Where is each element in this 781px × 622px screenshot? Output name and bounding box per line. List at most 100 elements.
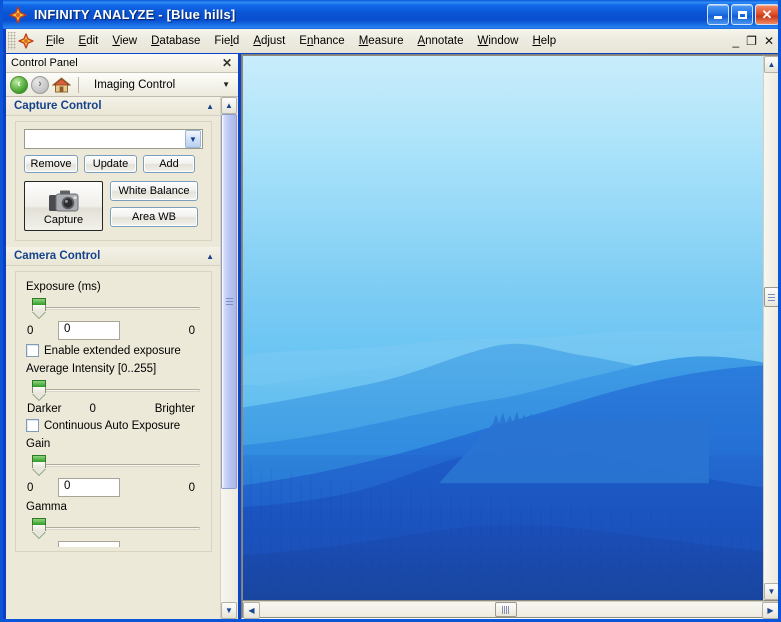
minimize-button[interactable] xyxy=(707,4,729,25)
gamma-value-row xyxy=(24,541,203,547)
average-intensity-slider-thumb[interactable] xyxy=(32,380,46,400)
control-panel-scroll-trough[interactable] xyxy=(221,114,237,602)
collapse-up-icon[interactable]: ▲ xyxy=(206,102,214,111)
menu-annotate[interactable]: Annotate xyxy=(410,32,470,50)
menu-enhance[interactable]: Enhance xyxy=(292,32,351,50)
mdi-window-controls: _ ❐ ✕ xyxy=(732,35,774,47)
menu-view-label: iew xyxy=(119,35,138,47)
remove-button[interactable]: Remove xyxy=(24,155,78,173)
menu-measure[interactable]: Measure xyxy=(352,32,411,50)
maximize-button[interactable] xyxy=(731,4,753,25)
menu-window[interactable]: Window xyxy=(471,32,526,50)
capture-control-title: Capture Control xyxy=(14,100,102,112)
average-intensity-slider[interactable] xyxy=(26,379,203,401)
menu-adjust[interactable]: Adjust xyxy=(246,32,292,50)
menu-field-label: d xyxy=(232,35,240,47)
exposure-slider[interactable] xyxy=(26,297,203,319)
image-hscroll-thumb[interactable] xyxy=(495,602,517,617)
scroll-grip-icon xyxy=(768,293,775,301)
forward-icon[interactable]: › xyxy=(31,75,49,94)
control-panel-title: Control Panel xyxy=(11,57,78,69)
scroll-up-button[interactable]: ▲ xyxy=(221,97,237,114)
menu-database-label: atabase xyxy=(159,35,201,47)
application-window: INFINITY ANALYZE - [Blue hills] ✕ File E… xyxy=(0,0,781,622)
image-horizontal-scrollbar[interactable]: ◀ ▶ xyxy=(242,601,778,619)
checkbox-icon[interactable] xyxy=(26,419,39,432)
menu-adjust-label: djust xyxy=(260,35,286,47)
image-hscroll-trough[interactable] xyxy=(260,602,762,617)
gain-input[interactable]: 0 xyxy=(58,478,120,497)
menu-bar: File Edit View Database Field Adjust Enh… xyxy=(6,29,778,53)
blue-hills-photo xyxy=(243,56,763,600)
menu-measure-label: easure xyxy=(368,35,404,47)
window-controls: ✕ xyxy=(707,4,778,25)
section-header-capture-control[interactable]: Capture Control ▲ xyxy=(6,97,220,116)
menu-edit[interactable]: Edit xyxy=(72,32,106,50)
gain-min-label: 0 xyxy=(27,481,34,494)
image-viewport-row: ▲ ▼ xyxy=(242,55,778,601)
gamma-label: Gamma xyxy=(26,501,67,513)
menu-file-label: ile xyxy=(53,35,65,47)
control-panel-close-icon[interactable]: ✕ xyxy=(219,56,235,70)
exposure-input[interactable]: 0 xyxy=(58,321,120,340)
home-icon[interactable] xyxy=(51,76,72,94)
exposure-label: Exposure (ms) xyxy=(26,281,101,293)
gamma-slider-thumb[interactable] xyxy=(32,518,46,538)
exposure-slider-thumb[interactable] xyxy=(32,298,46,318)
menu-file[interactable]: File xyxy=(39,32,72,50)
chevron-down-icon: ▼ xyxy=(222,80,230,89)
scroll-down-button[interactable]: ▼ xyxy=(221,602,237,619)
update-button[interactable]: Update xyxy=(84,155,137,173)
image-scroll-right-button[interactable]: ▶ xyxy=(762,602,778,619)
capture-button[interactable]: Capture xyxy=(24,181,103,231)
control-panel-scroll-thumb[interactable] xyxy=(221,114,237,489)
image-vscroll-trough[interactable] xyxy=(764,73,778,583)
add-button[interactable]: Add xyxy=(143,155,195,173)
white-balance-button[interactable]: White Balance xyxy=(110,181,198,201)
control-panel-body: Capture Control ▲ ▼ Remove Update Add Ca… xyxy=(6,97,238,619)
imaging-control-selector[interactable]: Imaging Control ▼ xyxy=(86,75,234,94)
average-intensity-slider-track xyxy=(38,389,200,392)
section-header-camera-control[interactable]: Camera Control ▲ xyxy=(6,247,220,266)
image-scroll-left-button[interactable]: ◀ xyxy=(243,602,260,619)
area-wb-button[interactable]: Area WB xyxy=(110,207,198,227)
image-scroll-down-button[interactable]: ▼ xyxy=(764,583,778,600)
exposure-value-row: 0 0 0 xyxy=(24,321,203,340)
close-button[interactable]: ✕ xyxy=(755,4,778,25)
control-panel-scroll-area: Capture Control ▲ ▼ Remove Update Add Ca… xyxy=(6,97,220,619)
image-vertical-scrollbar[interactable]: ▲ ▼ xyxy=(763,55,778,601)
menu-edit-label: dit xyxy=(86,35,99,47)
average-intensity-value-row: Darker 0 Brighter xyxy=(24,403,203,415)
window-title: INFINITY ANALYZE - [Blue hills] xyxy=(34,7,236,22)
checkbox-icon[interactable] xyxy=(26,344,39,357)
image-canvas[interactable] xyxy=(242,55,763,601)
gain-slider-thumb[interactable] xyxy=(32,455,46,475)
preset-combo[interactable]: ▼ xyxy=(24,129,203,149)
control-panel: Control Panel ✕ ‹ › Imaging Control ▼ Ca… xyxy=(6,54,238,619)
mdi-minimize-button[interactable]: _ xyxy=(732,35,739,47)
menu-view[interactable]: View xyxy=(105,32,144,50)
menu-grip-handle[interactable] xyxy=(8,32,16,50)
camera-control-box: Exposure (ms) 0 0 0 Enable extended expo… xyxy=(15,271,212,552)
capture-control-box: ▼ Remove Update Add Capture White Balanc… xyxy=(15,121,212,241)
mdi-restore-button[interactable]: ❐ xyxy=(746,35,757,47)
average-intensity-value: 0 xyxy=(89,403,96,415)
title-bar: INFINITY ANALYZE - [Blue hills] ✕ xyxy=(3,0,778,29)
menu-enhance-label: hance xyxy=(313,35,345,47)
gain-slider[interactable] xyxy=(26,454,203,476)
menu-database[interactable]: Database xyxy=(144,32,207,50)
collapse-up-icon[interactable]: ▲ xyxy=(206,252,214,261)
control-panel-scrollbar[interactable]: ▲ ▼ xyxy=(220,97,237,619)
mdi-close-button[interactable]: ✕ xyxy=(764,35,774,47)
image-scroll-up-button[interactable]: ▲ xyxy=(764,56,778,73)
menu-help[interactable]: Help xyxy=(525,32,563,50)
gamma-input[interactable] xyxy=(58,541,120,547)
menu-window-label: indow xyxy=(488,35,519,47)
continuous-auto-exposure-checkbox[interactable]: Continuous Auto Exposure xyxy=(26,419,203,432)
back-icon[interactable]: ‹ xyxy=(10,75,28,94)
gamma-slider[interactable] xyxy=(26,517,203,539)
enable-extended-exposure-checkbox[interactable]: Enable extended exposure xyxy=(26,344,203,357)
wb-button-group: White Balance Area WB xyxy=(110,181,198,227)
image-vscroll-thumb[interactable] xyxy=(764,287,778,307)
menu-field[interactable]: Field xyxy=(207,32,246,50)
